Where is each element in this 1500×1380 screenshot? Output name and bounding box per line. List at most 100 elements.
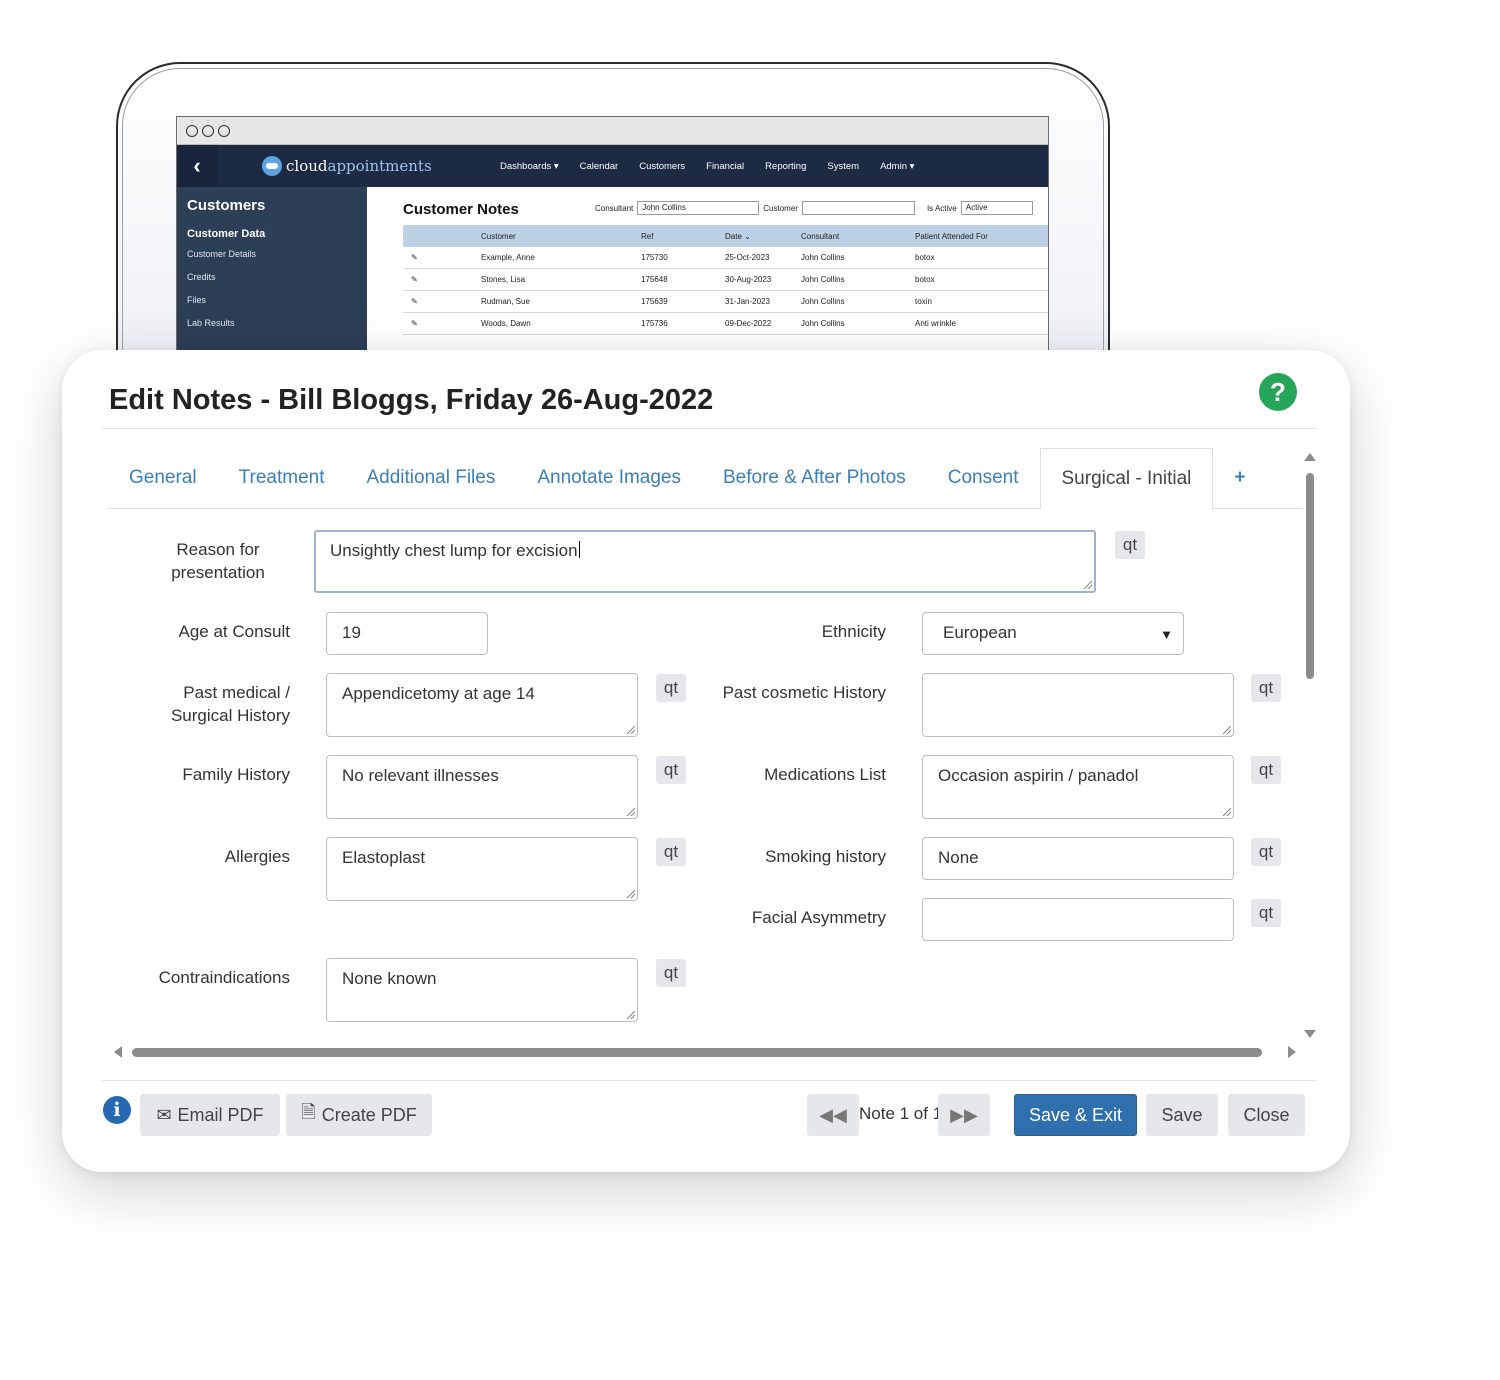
column-header-date[interactable]: Date ⌄ xyxy=(725,232,801,241)
tab-before-after-photos[interactable]: Before & After Photos xyxy=(702,448,927,508)
app-navbar: ‹ cloud appointments Dashboards ▾ Calend… xyxy=(177,145,1048,187)
contraindications-textarea[interactable]: None known xyxy=(326,958,638,1022)
past-cosmetic-label: Past cosmetic History xyxy=(722,683,886,702)
scroll-down-icon[interactable] xyxy=(1304,1030,1316,1038)
pencil-icon[interactable]: ✎ xyxy=(403,253,481,262)
email-pdf-button[interactable]: ✉ Email PDF xyxy=(140,1094,280,1136)
modal-title: Edit Notes - Bill Bloggs, Friday 26-Aug-… xyxy=(109,384,714,416)
pencil-icon[interactable]: ✎ xyxy=(403,275,481,284)
tab-treatment[interactable]: Treatment xyxy=(218,448,346,508)
cell-attended-for: botox xyxy=(915,253,935,262)
column-header-consultant[interactable]: Consultant xyxy=(801,232,915,241)
customer-notes-table: Customer Ref Date ⌄ Consultant Patient A… xyxy=(403,225,1048,335)
sidebar-section[interactable]: Customer Data xyxy=(187,228,367,240)
qt-button[interactable]: qt xyxy=(656,838,686,866)
pencil-icon[interactable]: ✎ xyxy=(403,297,481,306)
qt-button[interactable]: qt xyxy=(656,674,686,702)
save-exit-button[interactable]: Save & Exit xyxy=(1014,1094,1137,1136)
past-medical-textarea[interactable]: Appendicetomy at age 14 xyxy=(326,673,638,737)
horizontal-scrollbar[interactable] xyxy=(112,1044,1302,1060)
previous-note-button[interactable]: ◀◀ xyxy=(807,1094,859,1136)
smoking-input[interactable]: None xyxy=(922,837,1234,880)
scroll-left-icon[interactable] xyxy=(114,1046,122,1058)
customer-filter-input[interactable] xyxy=(801,201,915,215)
ethnicity-label: Ethnicity xyxy=(821,622,886,641)
pencil-icon[interactable]: ✎ xyxy=(403,319,481,328)
back-arrow-icon[interactable]: ‹ xyxy=(177,145,217,187)
qt-button[interactable]: qt xyxy=(1251,838,1281,866)
tab-general[interactable]: General xyxy=(109,448,218,508)
window-control-icon[interactable] xyxy=(186,124,198,137)
facial-asymmetry-label: Facial Asymmetry xyxy=(751,908,886,927)
qt-button[interactable]: qt xyxy=(656,756,686,784)
qt-button[interactable]: qt xyxy=(1251,899,1281,927)
family-history-textarea[interactable]: No relevant illnesses xyxy=(326,755,638,819)
create-pdf-label: Create PDF xyxy=(321,1104,417,1125)
allergies-textarea[interactable]: Elastoplast xyxy=(326,837,638,901)
menu-item-dashboards[interactable]: Dashboards ▾ xyxy=(500,161,559,172)
menu-item-financial[interactable]: Financial xyxy=(706,161,744,172)
table-row[interactable]: ✎ Stones, Lisa 175648 30-Aug-2023 John C… xyxy=(403,269,1048,291)
next-note-button[interactable]: ▶▶ xyxy=(938,1094,990,1136)
ethnicity-select[interactable]: European ▼ xyxy=(922,612,1184,655)
medications-label: Medications List xyxy=(764,765,886,784)
column-header-customer[interactable]: Customer xyxy=(481,232,641,241)
active-filter-select[interactable]: Active xyxy=(960,201,1033,215)
tab-additional-files[interactable]: Additional Files xyxy=(346,448,517,508)
cell-date: 30-Aug-2023 xyxy=(725,275,772,284)
menu-item-reporting[interactable]: Reporting xyxy=(765,161,806,172)
sidebar-title: Customers xyxy=(187,197,266,214)
scroll-up-icon[interactable] xyxy=(1304,453,1316,461)
menu-item-system[interactable]: System xyxy=(827,161,859,172)
reason-textarea[interactable]: Unsightly chest lump for excision xyxy=(314,530,1096,593)
cell-consultant: John Collins xyxy=(801,275,845,284)
backward-icon: ◀◀ xyxy=(819,1104,847,1125)
sidebar-item-files[interactable]: Files xyxy=(187,295,367,305)
qt-button[interactable]: qt xyxy=(656,959,686,987)
medications-textarea[interactable]: Occasion aspirin / panadol xyxy=(922,755,1234,819)
cell-ref: 175736 xyxy=(641,319,668,328)
sidebar-item-credits[interactable]: Credits xyxy=(187,272,367,282)
app-logo[interactable]: cloud appointments xyxy=(262,156,432,176)
cell-customer: Stones, Lisa xyxy=(481,275,526,284)
column-header-ref[interactable]: Ref xyxy=(641,232,725,241)
table-header: Customer Ref Date ⌄ Consultant Patient A… xyxy=(403,225,1048,247)
save-button[interactable]: Save xyxy=(1146,1094,1218,1136)
cell-ref: 175730 xyxy=(641,253,668,262)
tab-annotate-images[interactable]: Annotate Images xyxy=(516,448,702,508)
tab-surgical-initial[interactable]: Surgical - Initial xyxy=(1039,448,1214,510)
main-content: Customer Notes Consultant John Collins C… xyxy=(367,187,1048,350)
scrollbar-thumb[interactable] xyxy=(132,1048,1262,1057)
age-input[interactable]: 19 xyxy=(326,612,488,655)
qt-button[interactable]: qt xyxy=(1251,674,1281,702)
table-row[interactable]: ✎ Rudman, Sue 175639 31-Jan-2023 John Co… xyxy=(403,291,1048,313)
consultant-filter-select[interactable]: John Collins xyxy=(637,201,760,215)
create-pdf-button[interactable]: 🗎 Create PDF xyxy=(286,1094,432,1136)
qt-button[interactable]: qt xyxy=(1251,756,1281,784)
past-cosmetic-textarea[interactable] xyxy=(922,673,1234,737)
text-cursor xyxy=(578,541,580,558)
help-icon[interactable]: ? xyxy=(1259,373,1297,411)
column-header-attended-for[interactable]: Patient Attended For xyxy=(915,232,1048,241)
menu-item-customers[interactable]: Customers xyxy=(639,161,685,172)
scrollbar-thumb[interactable] xyxy=(1306,473,1314,679)
menu-item-calendar[interactable]: Calendar xyxy=(580,161,619,172)
scroll-right-icon[interactable] xyxy=(1288,1046,1296,1058)
menu-item-admin[interactable]: Admin ▾ xyxy=(880,161,914,172)
add-tab-button[interactable]: + xyxy=(1213,448,1266,508)
qt-button[interactable]: qt xyxy=(1115,531,1145,559)
cloud-logo-icon xyxy=(262,156,282,176)
facial-asymmetry-input[interactable] xyxy=(922,898,1234,941)
tab-consent[interactable]: Consent xyxy=(927,448,1040,508)
window-control-icon[interactable] xyxy=(218,124,230,137)
window-control-icon[interactable] xyxy=(202,124,214,137)
divider xyxy=(102,1080,1316,1081)
info-icon[interactable]: i xyxy=(103,1096,131,1124)
table-row[interactable]: ✎ Woods, Dawn 175736 09-Dec-2022 John Co… xyxy=(403,313,1048,335)
sidebar-item-customer-details[interactable]: Customer Details xyxy=(187,249,367,259)
close-button[interactable]: Close xyxy=(1228,1094,1305,1136)
sidebar-item-lab-results[interactable]: Lab Results xyxy=(187,318,367,328)
edit-notes-modal: Edit Notes - Bill Bloggs, Friday 26-Aug-… xyxy=(62,350,1350,1172)
vertical-scrollbar[interactable] xyxy=(1302,453,1318,1041)
table-row[interactable]: ✎ Example, Anne 175730 25-Oct-2023 John … xyxy=(403,247,1048,269)
